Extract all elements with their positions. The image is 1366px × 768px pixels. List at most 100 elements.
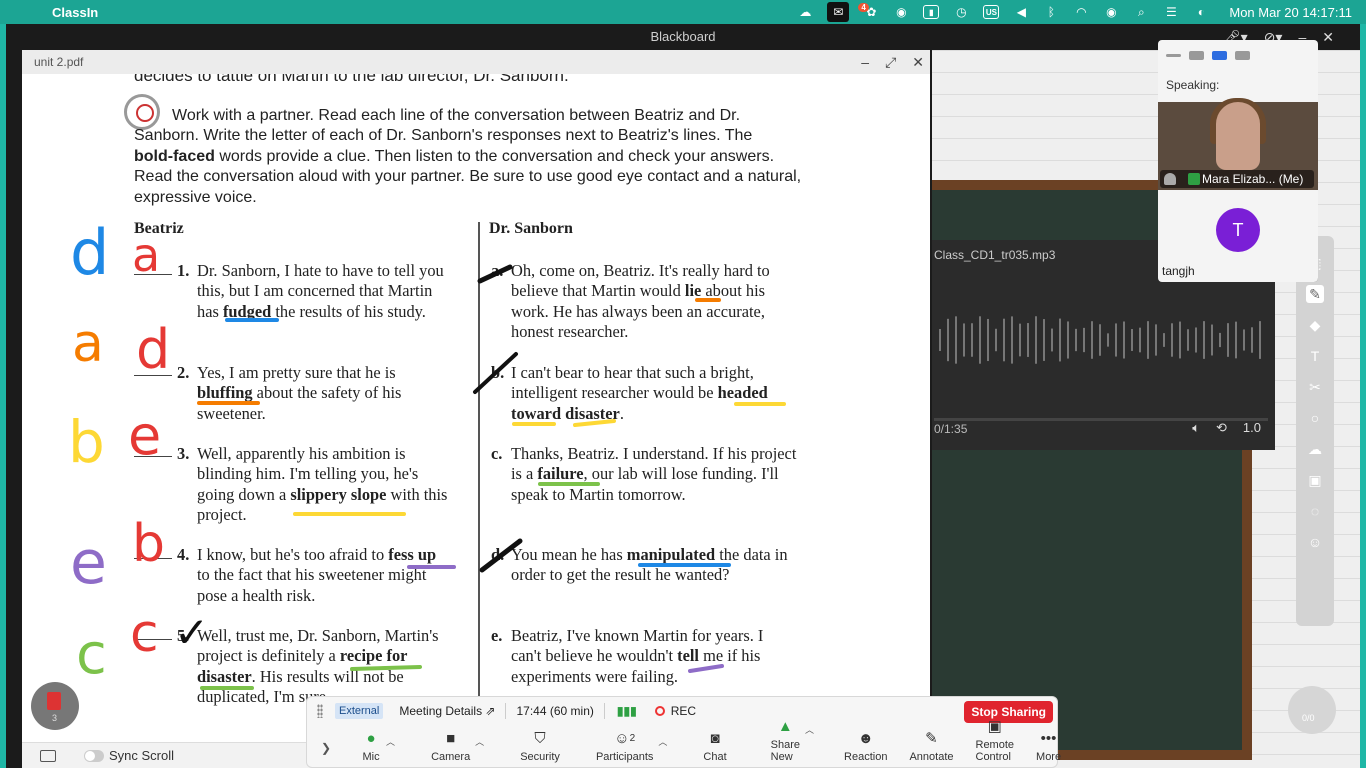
line-text: order to get the result he wanted? — [511, 565, 730, 585]
layout-single-icon[interactable] — [1189, 50, 1204, 60]
classin-tray-icon[interactable]: ✉ — [827, 2, 850, 22]
signal-strength-icon[interactable]: ▮▮▮ — [617, 704, 637, 718]
handwritten-letter: a — [72, 314, 104, 374]
clue-word: recipe for — [339, 646, 408, 666]
answer-letter: e — [128, 404, 162, 467]
rec-label[interactable]: REC — [671, 704, 696, 718]
previous-text-line: decides to tattle on Martin to the lab d… — [134, 74, 569, 85]
pdf-page[interactable]: decides to tattle on Martin to the lab d… — [22, 74, 930, 742]
camera-label: Camera — [431, 751, 471, 763]
layout-minimize-icon[interactable] — [1166, 53, 1181, 57]
battery-icon[interactable]: ▮ — [923, 5, 940, 19]
wifi-icon[interactable]: ◠ — [1073, 5, 1089, 19]
sanborn-response-c: c. Thanks, Beatriz. I understand. If his… — [491, 444, 841, 505]
column-divider — [478, 222, 480, 742]
item-letter: b. — [491, 363, 505, 382]
line-text: Beatriz, I've known Martin for years. I — [511, 626, 764, 645]
line-text: work. He has always been an accurate, — [511, 301, 765, 321]
clue-word: disaster — [197, 666, 252, 686]
drag-handle-icon[interactable] — [317, 704, 323, 718]
status-icons: ☁ ✉ ✿ 4 ◉ ▮ ◷ US ◀ ᛒ ◠ ◉ ⌕ ☰ ◐ Mon Mar 20… — [797, 0, 1352, 24]
participants-button[interactable]: ☺ 2 Participants ︿ — [596, 729, 667, 768]
input-source-icon[interactable]: US — [983, 5, 1000, 19]
participant-tile[interactable]: T tangjh — [1158, 190, 1318, 282]
answer-letter: b — [132, 514, 166, 574]
line-text: experiments were failing. — [511, 666, 679, 686]
layout-speaker-icon[interactable] — [1212, 50, 1227, 60]
pdf-minimize-icon[interactable]: – — [861, 50, 869, 74]
participant-video[interactable]: Mara Elizab... (Me) — [1158, 98, 1318, 190]
app-name[interactable]: ClassIn — [52, 5, 98, 20]
wechat-icon[interactable]: ◉ — [893, 5, 909, 19]
sync-scroll-label: Sync Scroll — [109, 748, 175, 763]
sync-scroll-toggle[interactable] — [84, 749, 104, 762]
instruction-line: words provide a clue. Then listen to the… — [214, 147, 775, 165]
remote-control-icon: ▣ — [987, 718, 1002, 735]
mic-options-caret[interactable]: ︿ — [386, 735, 395, 748]
collapse-chevron-icon[interactable]: ❯ — [321, 741, 331, 755]
line-text: the results of his study. — [271, 301, 426, 321]
line-text: Well, apparently his ambition is — [197, 444, 406, 463]
pdf-close-icon[interactable]: ✕ — [912, 50, 924, 74]
user-icon[interactable]: ◉ — [1103, 5, 1119, 19]
pdf-floating-button[interactable]: 3 — [31, 682, 79, 730]
chat-icon[interactable]: ◌ — [1306, 502, 1324, 520]
layout-grid-icon[interactable] — [1235, 50, 1250, 60]
pdf-file-name: unit 2.pdf — [34, 55, 84, 69]
beatriz-line-4: 4. I know, but he's too afraid to fess u… — [177, 545, 477, 606]
line-text: this, but I am concerned that Martin — [197, 281, 433, 301]
video-layout-bar — [1158, 40, 1318, 70]
pdf-expand-icon[interactable]: ⤢ — [885, 50, 896, 74]
remote-control-button[interactable]: ▣ Remote Control — [976, 717, 1015, 768]
control-center-icon[interactable]: ☰ — [1163, 5, 1179, 19]
share-indicator-icon — [1188, 173, 1200, 185]
volume-icon[interactable]: ◀ — [1013, 5, 1029, 19]
chat-button[interactable]: ◙ Chat — [703, 729, 726, 768]
check-mark: ✓ — [174, 608, 210, 657]
mic-button[interactable]: ● Mic ︿ — [361, 729, 396, 768]
time-machine-icon[interactable]: ◷ — [953, 5, 969, 19]
clue-word: manipulated — [626, 545, 716, 564]
spotlight-icon[interactable]: ⌕ — [1133, 5, 1149, 19]
cloud-icon[interactable]: ☁ — [797, 5, 813, 19]
item-number: 4. — [177, 545, 190, 564]
camera-options-caret[interactable]: ︿ — [475, 735, 484, 748]
security-button[interactable]: ⛉ Security — [520, 729, 560, 768]
scissors-icon[interactable]: ✂ — [1306, 378, 1324, 396]
line-text: can't believe he wouldn't — [511, 646, 678, 666]
window-title-bar: Blackboard 🎤︎▾ ⊘▾ – ✕ — [6, 24, 1360, 50]
bluetooth-icon[interactable]: ᛒ — [1043, 5, 1059, 19]
record-icon — [654, 706, 665, 716]
line-text: has — [197, 301, 223, 321]
reaction-button[interactable]: ☻ Reaction — [844, 729, 887, 768]
line-text: the data in — [715, 545, 788, 564]
more-button[interactable]: ••• More — [1036, 729, 1061, 768]
audio-volume-icon[interactable]: 🔈︎ — [1192, 420, 1200, 436]
hand-raise-button[interactable]: 0/0 — [1288, 686, 1336, 734]
close-icon[interactable]: ✕ — [1322, 24, 1334, 50]
participants-options-caret[interactable]: ︿ — [658, 735, 667, 748]
instruction-line: Sanborn. Write the letter of each of Dr.… — [134, 127, 753, 145]
drawing-toolbar: ⬚ ✎ ◆ T ✂ ○ ☁ ▣ ◌ ☺ — [1296, 236, 1334, 626]
users-icon[interactable]: ☺ — [1306, 533, 1324, 551]
notification-icon[interactable]: ✿ 4 — [858, 3, 879, 19]
meeting-details-button[interactable]: Meeting Details ⇗ — [399, 704, 495, 718]
shape-icon[interactable]: ○ — [1306, 409, 1324, 427]
handwritten-letter: c — [76, 622, 107, 687]
pen-icon[interactable]: ✎ — [1306, 285, 1324, 303]
share-options-caret[interactable]: ︿ — [805, 723, 814, 736]
eraser-icon[interactable]: ◆ — [1306, 316, 1324, 334]
cloud-icon[interactable]: ☁ — [1306, 440, 1324, 458]
annotate-button[interactable]: ✎ Annotate — [909, 729, 953, 768]
sidebar-toggle-icon[interactable] — [40, 749, 56, 762]
share-new-button[interactable]: ▲ Share New ︿ — [771, 717, 814, 768]
audio-time: 0/1:35 — [934, 422, 968, 436]
line-text: pose a health risk. — [197, 585, 316, 605]
camera-button[interactable]: ■ Camera ︿ — [431, 729, 484, 768]
toolbox-icon[interactable]: ▣ — [1306, 471, 1324, 489]
date-time[interactable]: Mon Mar 20 14:17:11 — [1229, 5, 1352, 20]
siri-icon[interactable]: ◐ — [1193, 5, 1209, 19]
text-icon[interactable]: T — [1306, 347, 1324, 365]
audio-speed[interactable]: 1.0 — [1243, 420, 1261, 436]
audio-loop-icon[interactable]: ⟲ — [1216, 420, 1227, 436]
